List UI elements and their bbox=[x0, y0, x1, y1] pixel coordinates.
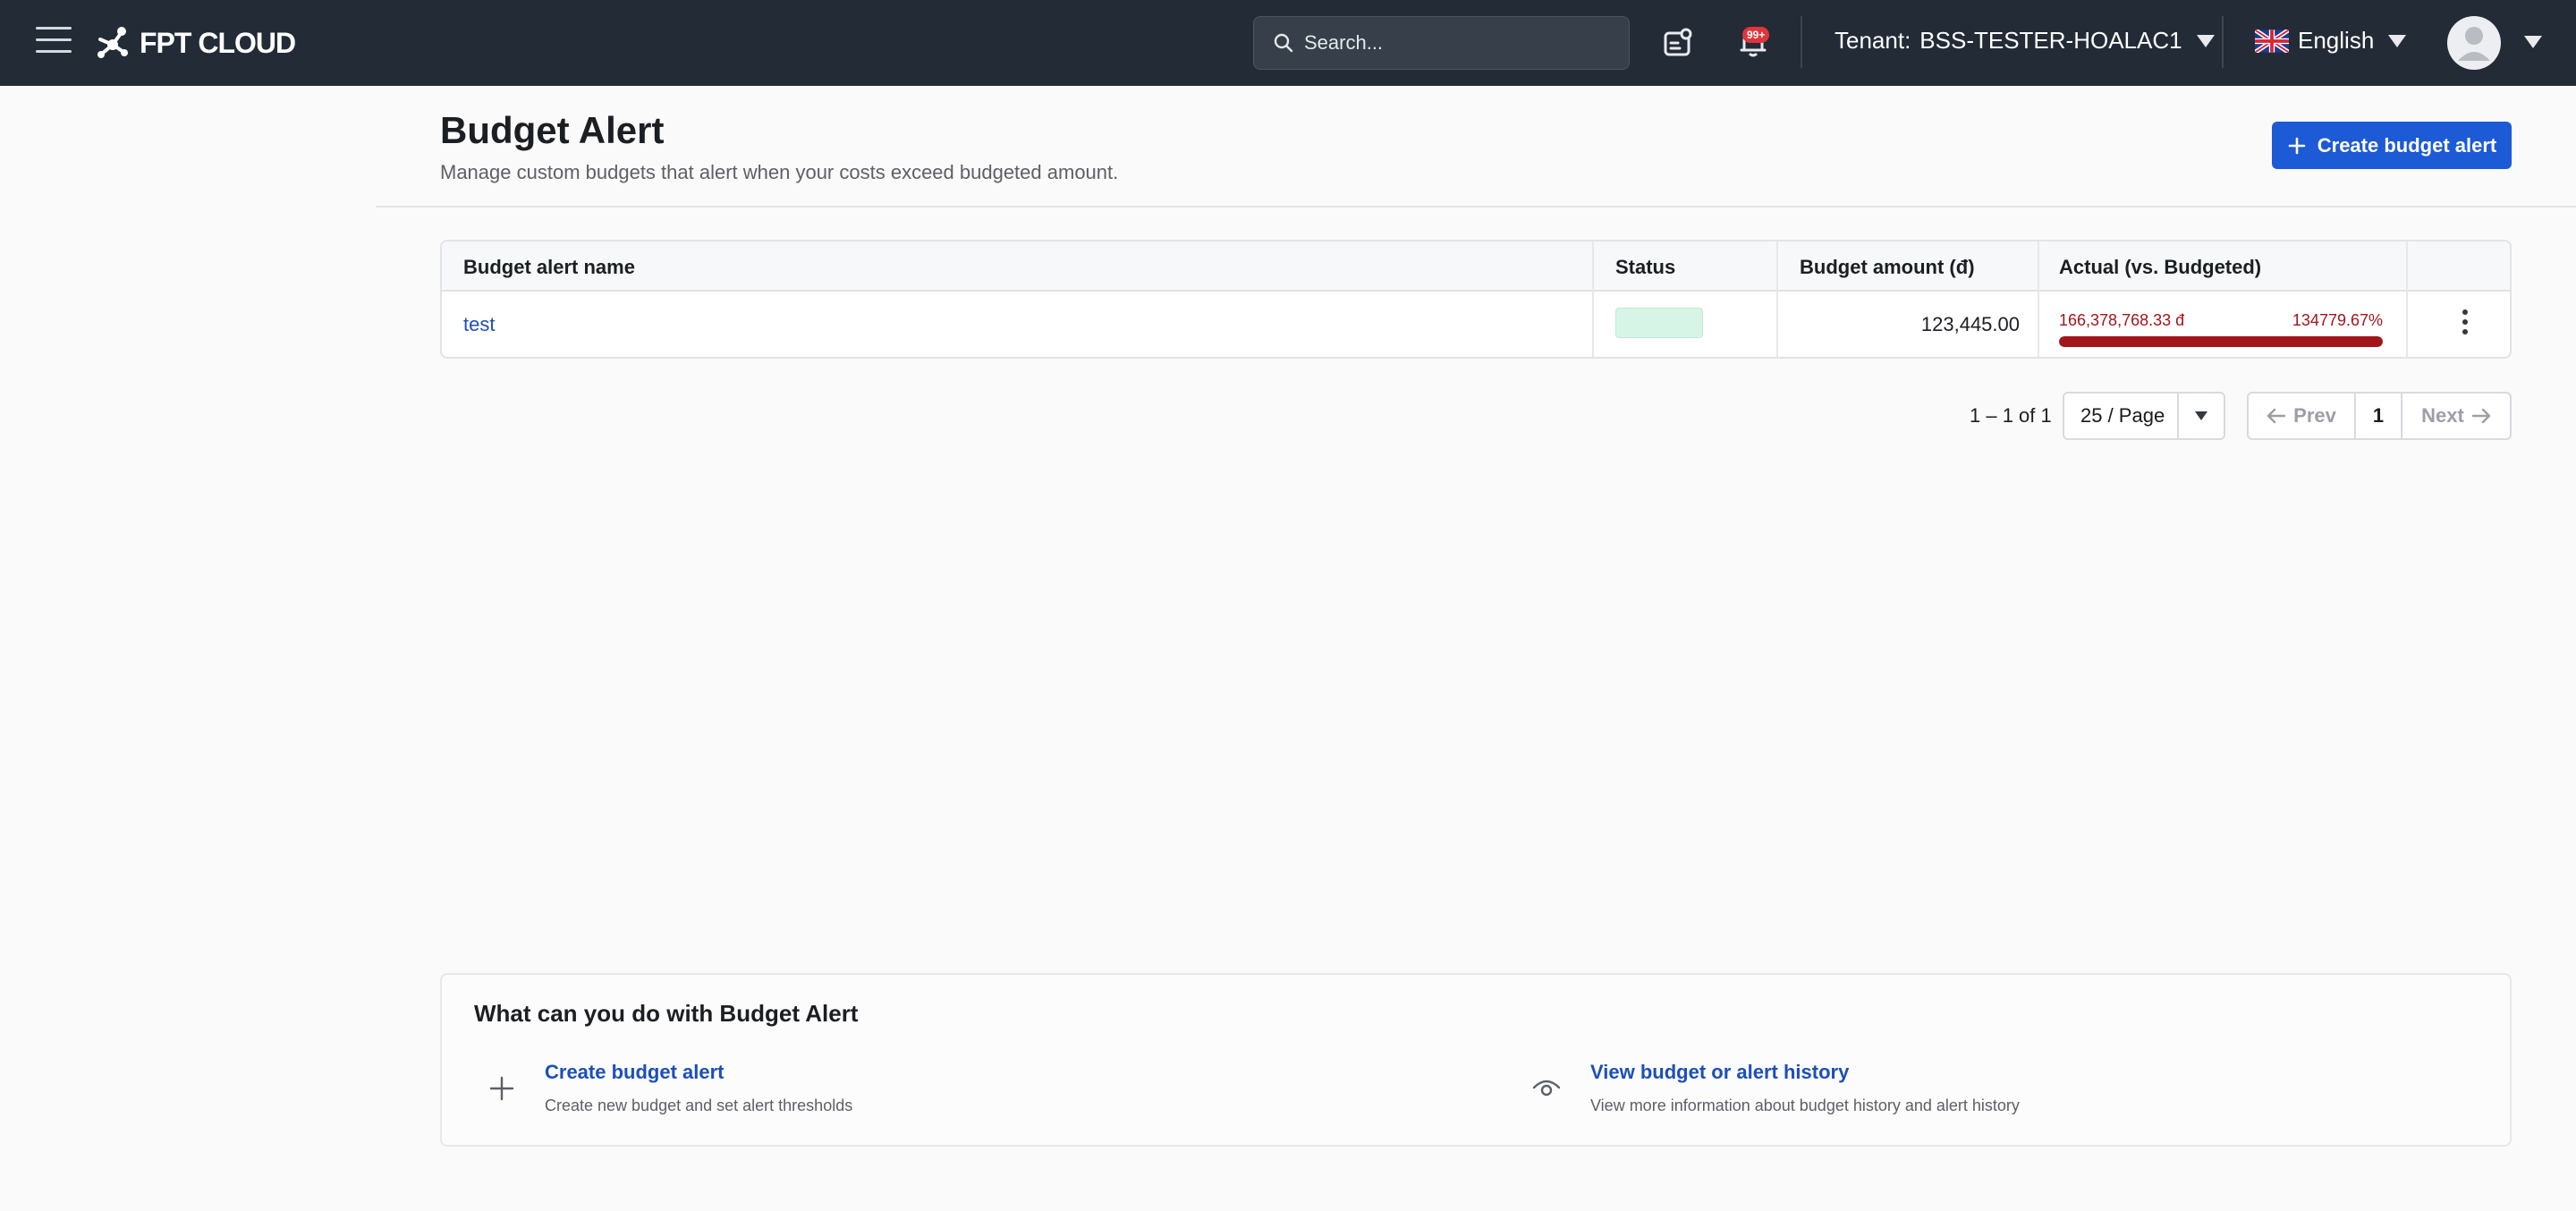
project-switch-icon[interactable] bbox=[1660, 25, 1696, 61]
pagination-range: 1 – 1 of 1 bbox=[1970, 404, 2052, 427]
user-icon bbox=[2458, 27, 2490, 61]
column-divider bbox=[1592, 241, 1594, 357]
menu-icon[interactable] bbox=[36, 27, 72, 59]
arrow-right-icon bbox=[2471, 408, 2491, 424]
column-header-budget-amount[interactable]: Budget amount (đ) bbox=[1800, 256, 1975, 279]
column-header-status[interactable]: Status bbox=[1615, 256, 1675, 279]
eye-icon bbox=[1532, 1080, 1561, 1097]
top-navigation-bar: FPT CLOUD 99+ Tenant: BSS-TESTER-HOALAC1 bbox=[0, 0, 2576, 86]
notification-badge: 99+ bbox=[1742, 27, 1770, 43]
prev-label: Prev bbox=[2293, 404, 2336, 427]
budget-alert-name-link[interactable]: test bbox=[463, 313, 495, 336]
next-label: Next bbox=[2421, 404, 2464, 427]
column-header-name[interactable]: Budget alert name bbox=[463, 256, 635, 279]
table-header: Budget alert name Status Budget amount (… bbox=[442, 241, 2510, 292]
row-actions-menu-icon[interactable] bbox=[2454, 309, 2476, 340]
help-create-description: Create new budget and set alert threshol… bbox=[545, 1097, 853, 1114]
chevron-down-icon bbox=[2196, 34, 2215, 47]
actual-amount: 166,378,768.33 đ bbox=[2059, 311, 2185, 329]
divider bbox=[1801, 16, 1802, 68]
chevron-down-icon[interactable] bbox=[2524, 36, 2542, 48]
arrow-left-icon bbox=[2267, 408, 2286, 424]
pagination-nav: Prev 1 Next bbox=[2247, 392, 2512, 440]
tenant-label: Tenant: bbox=[1835, 27, 1911, 54]
plus-icon bbox=[489, 1076, 514, 1101]
page-size-select[interactable]: 25 / Page bbox=[2063, 392, 2225, 440]
brand-name: FPT CLOUD bbox=[140, 26, 296, 59]
language-label: English bbox=[2298, 27, 2375, 54]
tenant-selector[interactable]: Tenant: BSS-TESTER-HOALAC1 bbox=[1835, 27, 2215, 55]
column-divider bbox=[1776, 241, 1778, 357]
help-history-link[interactable]: View budget or alert history bbox=[1590, 1061, 2020, 1084]
avatar[interactable] bbox=[2447, 16, 2501, 70]
actual-percent: 134779.67% bbox=[2292, 311, 2383, 329]
search-box[interactable] bbox=[1253, 16, 1630, 70]
help-item-create: Create budget alert Create new budget an… bbox=[545, 1061, 852, 1115]
divider bbox=[2222, 16, 2224, 68]
help-item-history: View budget or alert history View more i… bbox=[1590, 1061, 2020, 1115]
search-input[interactable] bbox=[1304, 31, 1608, 55]
budget-alert-table: Budget alert name Status Budget amount (… bbox=[440, 240, 2512, 359]
help-history-description: View more information about budget histo… bbox=[1590, 1097, 2020, 1114]
budget-amount: 123,445.00 bbox=[1920, 313, 2020, 335]
help-title: What can you do with Budget Alert bbox=[474, 1000, 859, 1027]
header-divider bbox=[376, 206, 2576, 207]
chevron-down-icon bbox=[2388, 34, 2407, 47]
search-icon bbox=[1274, 33, 1293, 53]
actual-progress-fill bbox=[2059, 336, 2383, 347]
brand-logo[interactable]: FPT CLOUD bbox=[95, 23, 296, 63]
help-create-link[interactable]: Create budget alert bbox=[545, 1061, 852, 1084]
uk-flag-icon bbox=[2255, 29, 2289, 53]
column-header-actual[interactable]: Actual (vs. Budgeted) bbox=[2059, 256, 2261, 279]
column-divider bbox=[2406, 241, 2408, 357]
next-page-button[interactable]: Next bbox=[2402, 394, 2510, 438]
chevron-down-icon bbox=[2179, 411, 2224, 420]
prev-page-button[interactable]: Prev bbox=[2249, 394, 2356, 438]
page-subtitle: Manage custom budgets that alert when yo… bbox=[440, 161, 1119, 183]
plus-icon bbox=[2288, 137, 2306, 154]
page-size-value: 25 / Page bbox=[2064, 394, 2179, 438]
create-budget-alert-label: Create budget alert bbox=[2317, 133, 2497, 157]
page-title: Budget Alert bbox=[440, 109, 665, 151]
language-selector[interactable]: English bbox=[2255, 27, 2407, 55]
create-budget-alert-button[interactable]: Create budget alert bbox=[2272, 122, 2512, 169]
tenant-value: BSS-TESTER-HOALAC1 bbox=[1919, 27, 2182, 54]
help-card: What can you do with Budget Alert Create… bbox=[440, 973, 2512, 1147]
actual-progress-bar bbox=[2059, 336, 2383, 347]
column-divider bbox=[2038, 241, 2039, 357]
logo-network-icon bbox=[97, 27, 128, 58]
status-badge bbox=[1615, 308, 1703, 338]
page-number-1[interactable]: 1 bbox=[2356, 394, 2402, 438]
